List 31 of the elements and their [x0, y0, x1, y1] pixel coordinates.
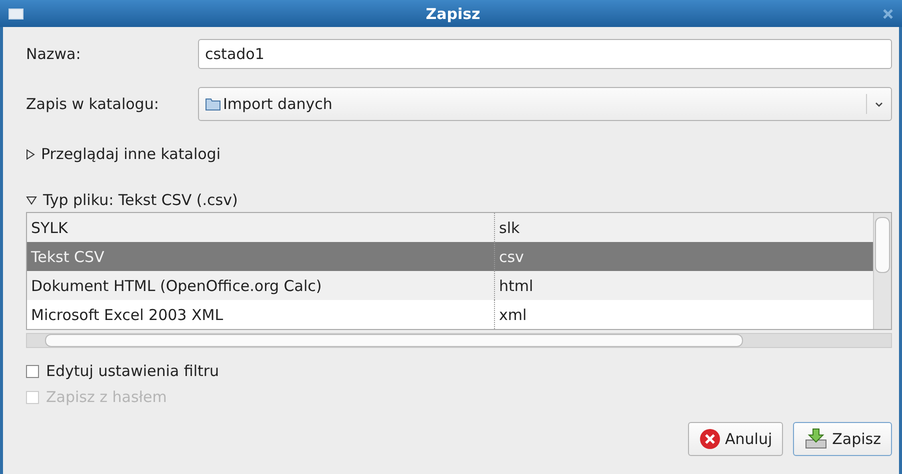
table-cell-text: xml — [498, 306, 528, 324]
vertical-scrollbar[interactable] — [873, 213, 891, 329]
checkbox-option[interactable]: Edytuj ustawienia filtru — [26, 362, 892, 380]
file-type-row[interactable]: Tekst CSV csv — [27, 242, 873, 271]
folder-icon — [205, 97, 221, 111]
file-type-row[interactable]: Dokument HTML (OpenOffice.org Calc) html — [27, 271, 873, 300]
table-cell-text: Dokument HTML (OpenOffice.org Calc) — [30, 276, 323, 294]
table-cell-text: Tekst CSV — [30, 248, 106, 266]
save-button[interactable]: Zapisz — [793, 422, 892, 456]
cancel-button[interactable]: Anuluj — [688, 422, 784, 456]
window-title: Zapisz — [424, 4, 482, 22]
table-cell-text: SYLK — [30, 218, 69, 236]
save-icon — [804, 428, 828, 450]
field-label: Nazwa: — [26, 45, 82, 63]
table-cell-text: html — [498, 276, 534, 294]
folder-dropdown[interactable]: Import danych — [198, 87, 892, 121]
expander-icon — [26, 148, 35, 160]
close-icon[interactable] — [882, 8, 894, 20]
field-label: Zapis w katalogu: — [26, 95, 160, 113]
expander[interactable]: Typ pliku: Tekst CSV (.csv) — [26, 191, 238, 209]
table-cell-text: slk — [498, 218, 521, 236]
expander[interactable]: Przeglądaj inne katalogi — [26, 145, 220, 163]
expander-icon — [26, 196, 37, 204]
table-cell-text: Microsoft Excel 2003 XML — [30, 306, 224, 324]
file-type-row[interactable]: SYLK slk — [27, 213, 873, 242]
horizontal-scrollbar[interactable] — [26, 333, 892, 348]
window-menu-icon — [8, 8, 24, 20]
name-field[interactable]: cstado1 — [198, 39, 892, 69]
table-cell-text: csv — [498, 248, 525, 266]
cancel-icon — [699, 428, 722, 450]
caret-icon — [875, 102, 883, 106]
